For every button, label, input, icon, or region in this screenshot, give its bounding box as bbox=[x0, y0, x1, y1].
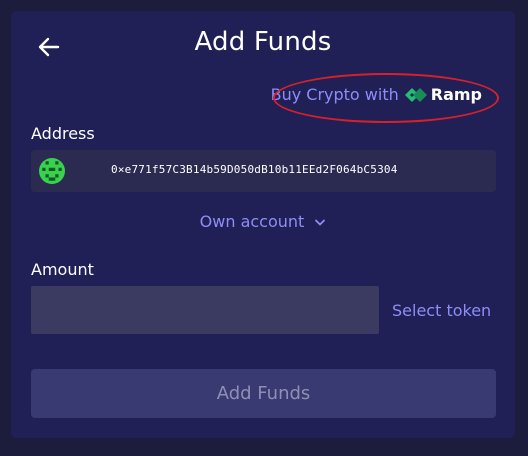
identicon-avatar bbox=[39, 158, 65, 184]
amount-label: Amount bbox=[31, 260, 94, 279]
account-dropdown-label: Own account bbox=[199, 212, 305, 231]
page-title: Add Funds bbox=[194, 27, 332, 57]
ramp-brand: Ramp bbox=[404, 85, 482, 104]
ramp-brand-name: Ramp bbox=[430, 85, 482, 104]
select-token-button[interactable]: Select token bbox=[392, 301, 491, 320]
amount-input[interactable] bbox=[31, 286, 379, 334]
account-dropdown[interactable]: Own account bbox=[11, 212, 515, 231]
address-field[interactable]: 0×e771f57C3B14b59D050dB10b11EEd2F064bC53… bbox=[31, 150, 496, 192]
add-funds-button[interactable]: Add Funds bbox=[31, 369, 496, 418]
address-value: 0×e771f57C3B14b59D050dB10b11EEd2F064bC53… bbox=[111, 163, 398, 176]
chevron-down-icon bbox=[314, 212, 326, 231]
address-label: Address bbox=[31, 124, 95, 143]
buy-crypto-ramp-link[interactable]: Buy Crypto with Ramp bbox=[271, 85, 482, 104]
ramp-link-text: Buy Crypto with bbox=[270, 85, 399, 104]
add-funds-panel: Add Funds Buy Crypto with Ramp Address 0… bbox=[11, 11, 515, 438]
ramp-logo-icon bbox=[404, 87, 427, 102]
